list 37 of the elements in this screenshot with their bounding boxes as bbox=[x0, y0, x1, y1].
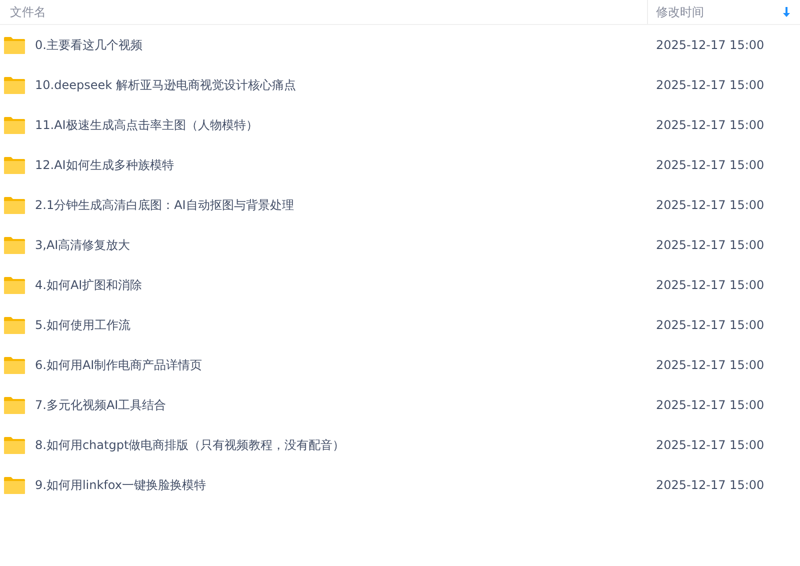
folder-icon bbox=[4, 196, 25, 214]
file-name[interactable]: 11.AI极速生成高点击率主图（人物模特） bbox=[35, 116, 258, 134]
modified-time: 2025-12-17 15:00 bbox=[656, 78, 764, 92]
folder-icon bbox=[4, 436, 25, 454]
file-name[interactable]: 6.如何用AI制作电商产品详情页 bbox=[35, 356, 202, 374]
modified-time: 2025-12-17 15:00 bbox=[656, 158, 764, 172]
modified-time: 2025-12-17 15:00 bbox=[656, 318, 764, 332]
file-name[interactable]: 10.deepseek 解析亚马逊电商视觉设计核心痛点 bbox=[35, 76, 296, 94]
folder-icon bbox=[4, 76, 25, 94]
file-name[interactable]: 12.AI如何生成多种族模特 bbox=[35, 156, 174, 174]
modified-time: 2025-12-17 15:00 bbox=[656, 198, 764, 212]
modified-time: 2025-12-17 15:00 bbox=[656, 38, 764, 52]
folder-icon bbox=[4, 356, 25, 374]
folder-icon bbox=[4, 276, 25, 294]
file-name[interactable]: 8.如何用chatgpt做电商排版（只有视频教程，没有配音） bbox=[35, 436, 345, 454]
folder-icon bbox=[4, 316, 25, 334]
modified-time: 2025-12-17 15:00 bbox=[656, 438, 764, 452]
file-name[interactable]: 0.主要看这几个视频 bbox=[35, 36, 142, 54]
modified-time: 2025-12-17 15:00 bbox=[656, 238, 764, 252]
folder-icon bbox=[4, 156, 25, 174]
folder-icon bbox=[4, 36, 25, 54]
file-name[interactable]: 3,AI高清修复放大 bbox=[35, 236, 130, 254]
file-name[interactable]: 7.多元化视频AI工具结合 bbox=[35, 396, 166, 414]
folder-icon bbox=[4, 396, 25, 414]
file-name[interactable]: 5.如何使用工作流 bbox=[35, 316, 130, 334]
folder-icon bbox=[4, 236, 25, 254]
folder-icon bbox=[4, 116, 25, 134]
modified-time: 2025-12-17 15:00 bbox=[656, 478, 764, 492]
modified-time: 2025-12-17 15:00 bbox=[656, 118, 764, 132]
file-name[interactable]: 4.如何AI扩图和消除 bbox=[35, 276, 142, 294]
modified-time: 2025-12-17 15:00 bbox=[656, 278, 764, 292]
file-name[interactable]: 2.1分钟生成高清白底图：AI自动抠图与背景处理 bbox=[35, 196, 294, 214]
sort-arrow-icon[interactable] bbox=[783, 7, 790, 17]
file-name[interactable]: 9.如何用linkfox一键换脸换模特 bbox=[35, 476, 206, 494]
modified-time: 2025-12-17 15:00 bbox=[656, 398, 764, 412]
modified-time: 2025-12-17 15:00 bbox=[656, 358, 764, 372]
folder-icon bbox=[4, 476, 25, 494]
